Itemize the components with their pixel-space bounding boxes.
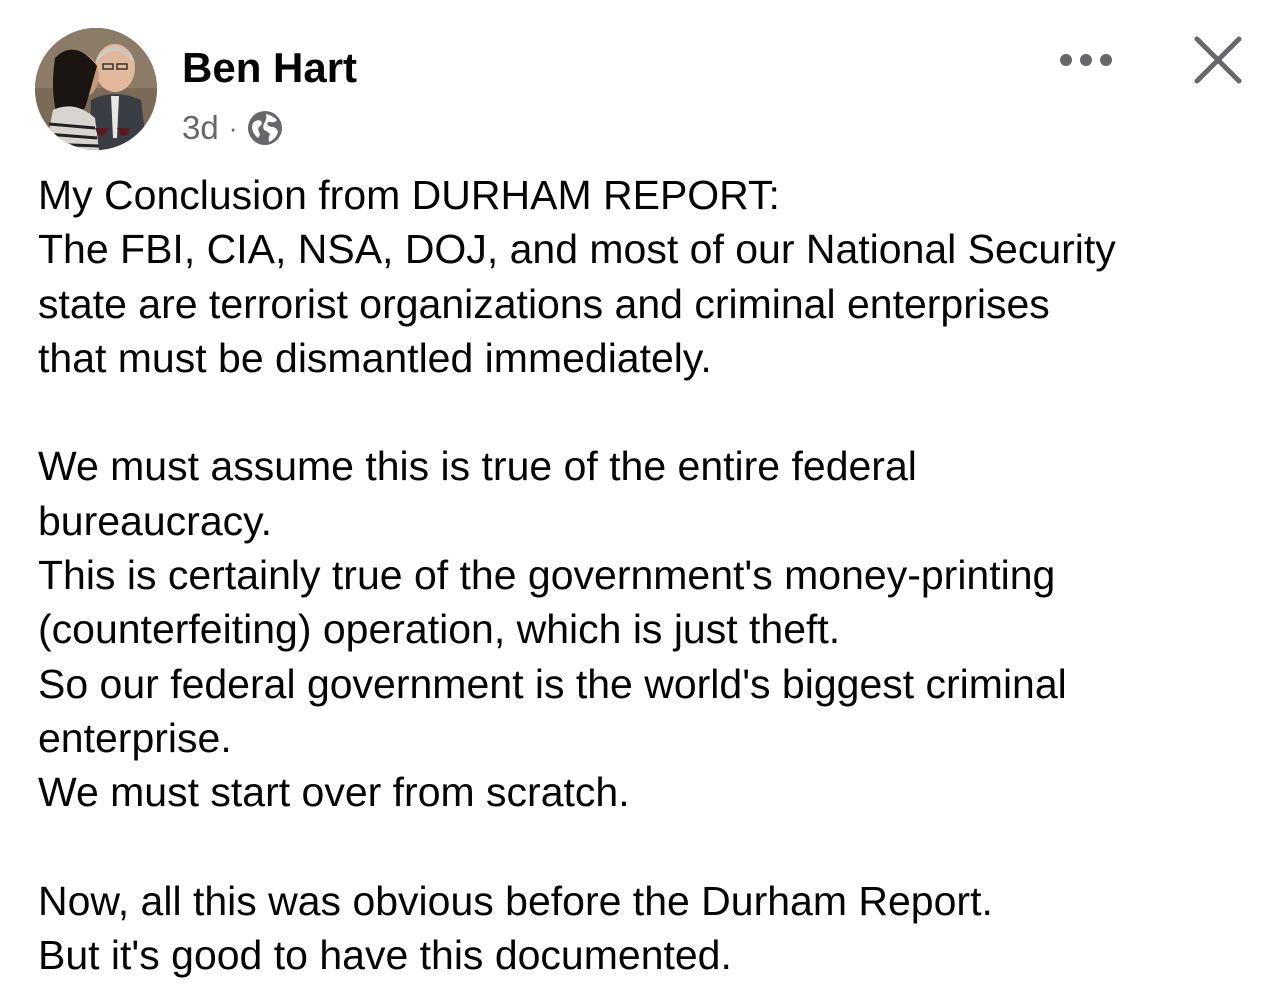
post-meta: 3d · xyxy=(182,106,283,150)
post-text-line: We must assume this is true of the entir… xyxy=(38,443,917,490)
post-text-line xyxy=(38,385,1268,439)
author-avatar[interactable] xyxy=(35,28,157,150)
post-text-line: state are terrorist organizations and cr… xyxy=(38,280,1050,327)
post-text-line: This is certainly true of the government… xyxy=(38,552,1056,599)
author-name[interactable]: Ben Hart xyxy=(182,42,357,94)
post-text-line: My Conclusion from DURHAM REPORT: xyxy=(38,172,780,218)
post-text-line: The FBI, CIA, NSA, DOJ, and most of our … xyxy=(38,226,1116,273)
post-text-line: But it's good to have this documented. xyxy=(38,932,732,979)
post-text-line: So our federal government is the world's… xyxy=(38,660,1067,707)
post-text-line: bureaucracy. xyxy=(38,497,272,544)
post-body: My Conclusion from DURHAM REPORT: The FB… xyxy=(38,168,1268,982)
close-icon xyxy=(1194,36,1242,84)
avatar-photo xyxy=(35,28,157,150)
post-text-line: We must start over from scratch. xyxy=(38,769,630,816)
post-text-line: enterprise. xyxy=(38,714,232,761)
post-timestamp[interactable]: 3d xyxy=(182,109,219,147)
globe-icon xyxy=(248,111,283,145)
meta-separator: · xyxy=(228,112,238,143)
more-options-button[interactable] xyxy=(1052,38,1120,82)
post-text-line xyxy=(38,820,1268,874)
post-text-line: (counterfeiting) operation, which is jus… xyxy=(38,606,841,653)
close-button[interactable] xyxy=(1182,24,1254,96)
facebook-post: Ben Hart 3d · My Conclusion from DURHAM … xyxy=(0,0,1284,992)
post-text-line: Now, all this was obvious before the Dur… xyxy=(38,877,993,924)
post-text-line: that must be dismantled immediately. xyxy=(38,334,712,381)
more-horizontal-icon xyxy=(1060,54,1112,66)
